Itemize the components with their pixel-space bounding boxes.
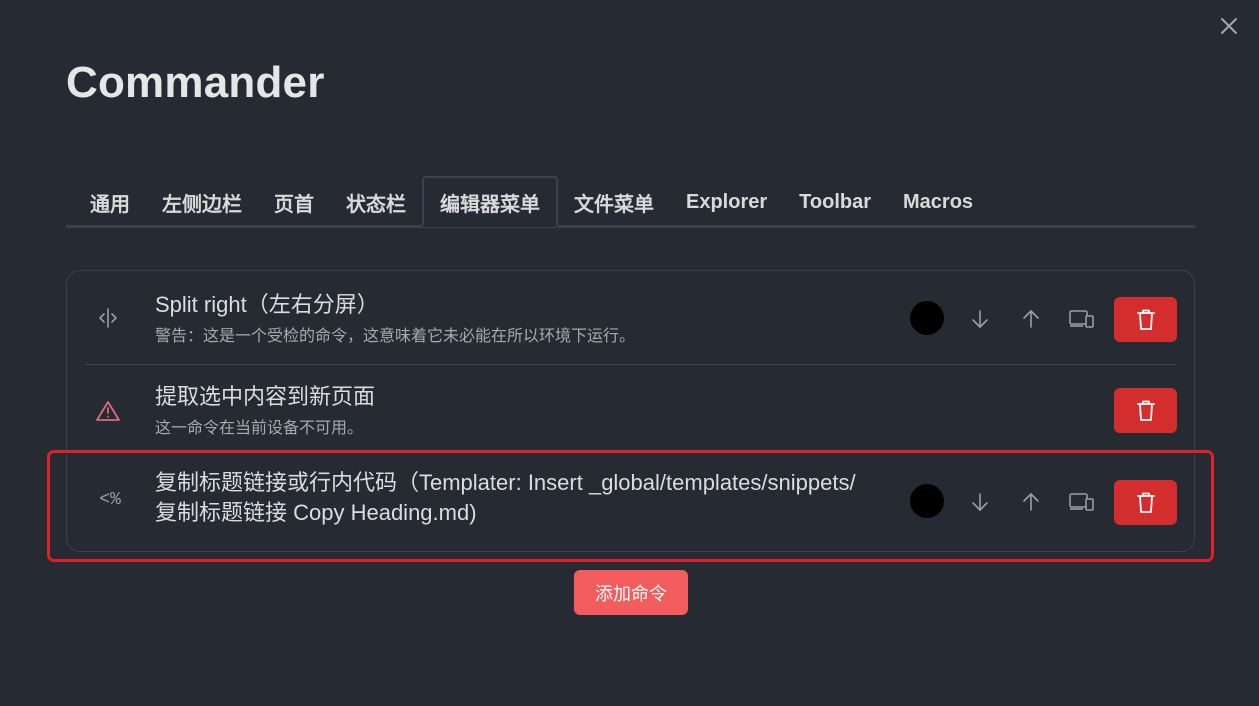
arrow-down-icon xyxy=(972,310,988,328)
tab-macros[interactable]: Macros xyxy=(887,176,989,227)
templater-icon: <% xyxy=(99,490,121,510)
tab-toolbar[interactable]: Toolbar xyxy=(783,176,887,227)
warning-triangle-icon xyxy=(95,398,121,424)
delete-button[interactable] xyxy=(1114,297,1177,342)
trash-icon xyxy=(1136,492,1155,513)
devices-icon xyxy=(1069,493,1094,511)
add-command-button[interactable]: 添加命令 xyxy=(574,570,688,615)
command-title: Split right（左右分屏） xyxy=(155,292,379,317)
color-picker-button[interactable] xyxy=(910,484,944,518)
page-title: Commander xyxy=(66,58,325,107)
close-button[interactable] xyxy=(1215,12,1243,40)
command-description: 这一命令在当前设备不可用。 xyxy=(155,420,364,437)
command-title-line2: 复制标题链接 Copy Heading.md) xyxy=(155,500,477,525)
device-mode-button[interactable] xyxy=(1068,488,1096,516)
arrow-up-icon xyxy=(1023,493,1039,511)
split-horizontal-icon xyxy=(95,305,121,331)
move-up-button[interactable] xyxy=(1017,488,1045,516)
command-row: 提取选中内容到新页面 这一命令在当前设备不可用。 xyxy=(85,365,1177,453)
devices-icon xyxy=(1069,310,1094,328)
tab-bar: 通用 左侧边栏 页首 状态栏 编辑器菜单 文件菜单 Explorer Toolb… xyxy=(66,176,1195,228)
trash-icon xyxy=(1136,400,1155,421)
delete-button[interactable] xyxy=(1114,480,1177,525)
tab-general[interactable]: 通用 xyxy=(66,176,146,227)
close-icon xyxy=(1221,18,1237,34)
move-down-button[interactable] xyxy=(966,488,994,516)
tab-file-menu[interactable]: 文件菜单 xyxy=(558,176,670,227)
tab-page-header[interactable]: 页首 xyxy=(258,176,330,227)
command-row: <% 复制标题链接或行内代码（Templater: Insert _global… xyxy=(85,453,1177,553)
tab-status-bar[interactable]: 状态栏 xyxy=(330,176,422,227)
color-picker-button[interactable] xyxy=(910,301,944,335)
command-row: Split right（左右分屏） 警告：这是一个受检的命令，这意味着它未必能在… xyxy=(85,271,1177,365)
tab-explorer[interactable]: Explorer xyxy=(670,176,783,227)
delete-button[interactable] xyxy=(1114,388,1177,433)
trash-icon xyxy=(1136,309,1155,330)
command-title: 提取选中内容到新页面 xyxy=(155,384,376,409)
command-description: 警告：这是一个受检的命令，这意味着它未必能在所以环境下运行。 xyxy=(155,328,636,345)
move-down-button[interactable] xyxy=(966,305,994,333)
command-list: Split right（左右分屏） 警告：这是一个受检的命令，这意味着它未必能在… xyxy=(66,270,1195,552)
tab-left-ribbon[interactable]: 左侧边栏 xyxy=(146,176,258,227)
arrow-up-icon xyxy=(1023,310,1039,328)
tab-editor-menu[interactable]: 编辑器菜单 xyxy=(422,176,558,227)
move-up-button[interactable] xyxy=(1017,305,1045,333)
arrow-down-icon xyxy=(972,493,988,511)
command-title-line1: 复制标题链接或行内代码（Templater: Insert _global/te… xyxy=(155,470,856,495)
device-mode-button[interactable] xyxy=(1068,305,1096,333)
